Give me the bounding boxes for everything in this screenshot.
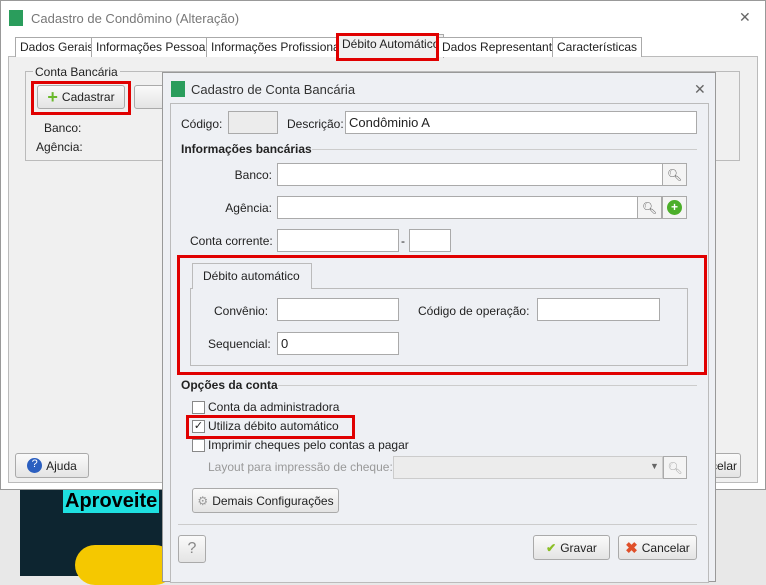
conta-field[interactable] — [277, 229, 399, 252]
agencia-label: Agência: — [225, 201, 272, 215]
descricao-label: Descrição: — [287, 117, 344, 131]
gear-icon: ⚙ — [197, 493, 209, 508]
layout-label: Layout para impressão de cheque: — [208, 460, 393, 474]
help-button[interactable]: ? — [178, 535, 206, 563]
tab-dados-gerais[interactable]: Dados Gerais — [15, 37, 99, 57]
conta-administradora-checkbox[interactable] — [192, 401, 205, 414]
agencia-search-icon[interactable]: 🔍︎ — [637, 196, 662, 219]
options-heading: Opções da conta — [181, 378, 278, 392]
ad-banner[interactable]: Aproveite — [20, 490, 175, 585]
conta-separator: - — [401, 234, 405, 248]
imprimir-cheques-checkbox[interactable] — [192, 439, 205, 452]
conta-administradora-label: Conta da administradora — [208, 400, 340, 414]
banco-label: Banco: — [234, 168, 272, 182]
tab-informacoes-pessoais[interactable]: Informações Pessoais — [91, 37, 220, 57]
ad-text: Aproveite — [63, 490, 160, 513]
dialog-close-icon[interactable]: ✕ — [694, 81, 706, 98]
banco-search-icon[interactable]: 🔍︎ — [662, 163, 687, 186]
help-icon: ? — [27, 458, 43, 473]
ajuda-button[interactable]: ? Ajuda — [15, 453, 89, 478]
tab-informacoes-profissionais[interactable]: Informações Profissionais — [206, 37, 354, 57]
building-icon — [171, 81, 185, 97]
building-icon — [9, 10, 23, 26]
window-title: Cadastro de Condômino (Alteração) — [31, 11, 240, 26]
banco-label: Banco: — [44, 121, 82, 135]
layout-search-icon[interactable]: 🔍︎ — [663, 456, 687, 479]
group-title: Conta Bancária — [33, 65, 120, 79]
conta-digit-field[interactable] — [409, 229, 451, 252]
close-icon[interactable]: ✕ — [739, 9, 751, 26]
cancelar-button[interactable]: ✖ Cancelar — [618, 535, 697, 560]
agencia-field[interactable] — [277, 196, 638, 219]
x-icon: ✖ — [625, 539, 638, 557]
descricao-field[interactable]: Condôminio A — [345, 111, 697, 134]
gravar-button[interactable]: ✔ Gravar — [533, 535, 610, 560]
demais-configuracoes-button[interactable]: ⚙ Demais Configurações — [192, 488, 339, 513]
tab-dados-representante[interactable]: Dados Representante — [437, 37, 564, 57]
agencia-add-icon[interactable]: + — [662, 196, 687, 219]
tab-caracteristicas[interactable]: Características — [552, 37, 643, 57]
codigo-label: Código: — [181, 117, 223, 131]
imprimir-cheques-label: Imprimir cheques pelo contas a pagar — [208, 438, 409, 452]
agencia-label: Agência: — [36, 140, 83, 154]
bank-section-heading: Informações bancárias — [181, 142, 312, 156]
banco-field[interactable] — [277, 163, 663, 186]
layout-select[interactable] — [393, 456, 663, 479]
dialog-title: Cadastro de Conta Bancária — [191, 82, 356, 97]
conta-label: Conta corrente: — [190, 234, 273, 248]
chevron-down-icon[interactable]: ▼ — [650, 461, 659, 471]
codigo-field[interactable] — [228, 111, 278, 134]
check-icon: ✔ — [546, 540, 557, 555]
